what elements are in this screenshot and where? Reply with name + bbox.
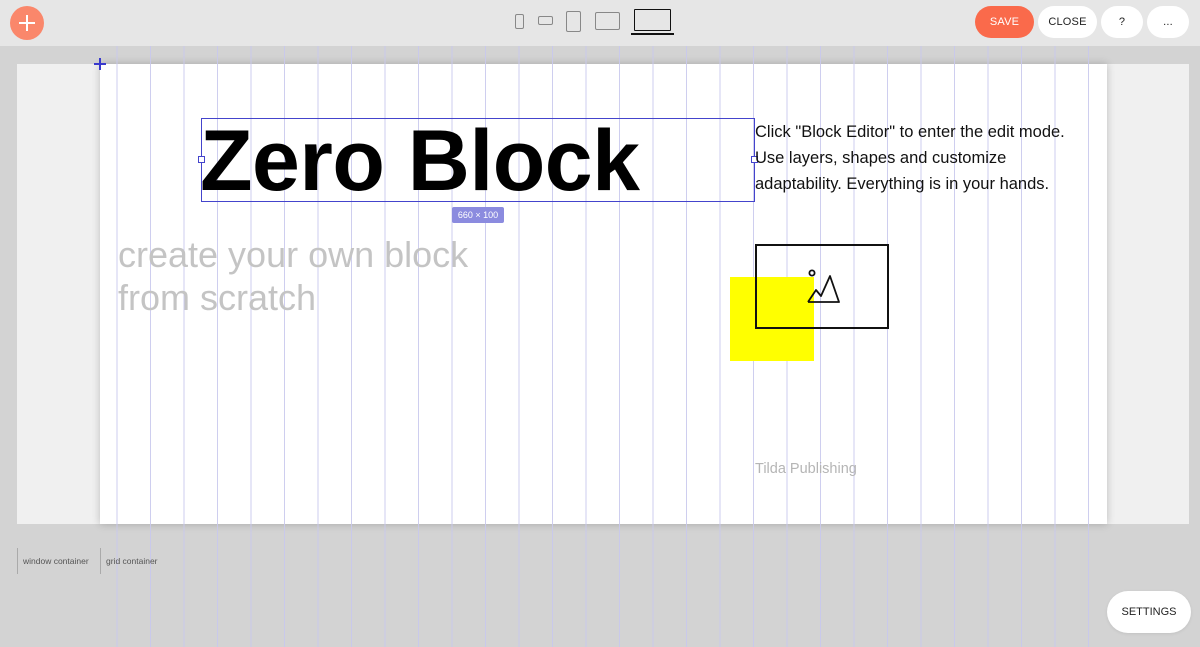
settings-button[interactable]: SETTINGS: [1107, 591, 1191, 633]
laptop-icon[interactable]: [634, 9, 671, 31]
subtitle-text[interactable]: create your own block from scratch: [118, 233, 478, 319]
more-button[interactable]: ...: [1147, 6, 1189, 38]
size-badge: 660 × 100: [452, 207, 504, 223]
help-button[interactable]: ?: [1101, 6, 1143, 38]
image-placeholder-icon: [807, 269, 840, 303]
phone-portrait-icon[interactable]: [515, 14, 524, 29]
phone-landscape-icon[interactable]: [538, 16, 553, 25]
zero-block-title: Zero Block: [200, 113, 640, 209]
description-text[interactable]: Click "Block Editor" to enter the edit m…: [755, 119, 1095, 197]
tablet-portrait-icon[interactable]: [566, 11, 581, 32]
resize-handle-left[interactable]: [198, 156, 205, 163]
save-button[interactable]: SAVE: [975, 6, 1034, 38]
laptop-base-icon: [631, 33, 674, 35]
brand-text[interactable]: Tilda Publishing: [755, 461, 857, 477]
tablet-landscape-icon[interactable]: [595, 12, 620, 30]
top-toolbar: SAVE CLOSE ? ...: [0, 0, 1200, 46]
title-element[interactable]: Zero Block: [198, 113, 758, 209]
add-element-button[interactable]: [10, 6, 44, 40]
origin-crosshair-icon: [94, 58, 106, 70]
grid-container-label: grid container: [100, 548, 158, 574]
window-container-label: window container: [17, 548, 89, 574]
image-placeholder[interactable]: [755, 244, 889, 329]
close-button[interactable]: CLOSE: [1038, 6, 1097, 38]
